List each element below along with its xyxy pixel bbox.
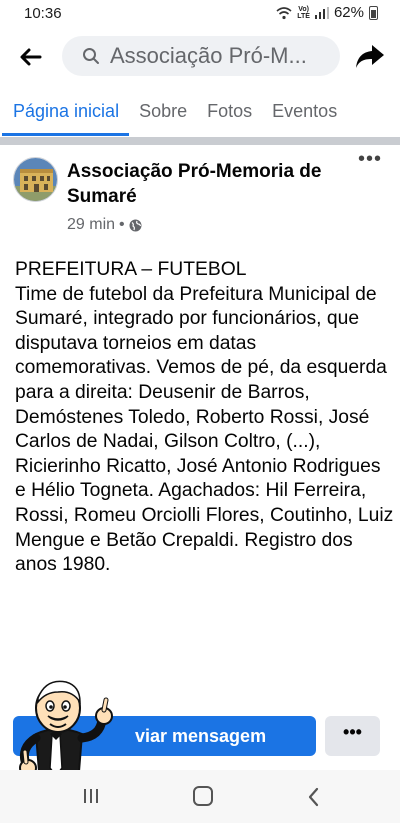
tab-eventos[interactable]: Eventos (262, 90, 347, 134)
back-arrow-icon[interactable] (16, 42, 46, 72)
section-divider (0, 137, 400, 145)
share-icon[interactable] (354, 40, 386, 72)
status-icons: Vo) LTE 62% (276, 4, 378, 21)
tab-pagina-inicial[interactable]: Página inicial (0, 90, 130, 136)
top-bar: Associação Pró-M... (0, 28, 400, 86)
post-meta: 29 min • (67, 216, 142, 234)
system-back-icon[interactable] (306, 787, 322, 807)
home-icon[interactable] (193, 786, 213, 806)
network-type: Vo) LTE (297, 5, 310, 20)
system-nav-bar (0, 770, 400, 823)
post-text: PREFEITURA – FUTEBOL Time de futebol da … (15, 259, 394, 576)
building-photo (14, 158, 57, 201)
search-input[interactable]: Associação Pró-M... (62, 36, 340, 76)
page-tabs: Página inicial Sobre Fotos Eventos (0, 90, 400, 138)
battery-icon (369, 5, 378, 20)
search-icon (83, 48, 99, 64)
recent-apps-icon[interactable] (82, 788, 100, 804)
signal-icon (314, 6, 329, 19)
status-time: 10:36 (24, 5, 62, 22)
meta-separator: • (119, 216, 125, 233)
tab-fotos[interactable]: Fotos (197, 90, 262, 134)
page-avatar[interactable] (13, 157, 58, 202)
wifi-icon (276, 6, 292, 19)
tab-sobre[interactable]: Sobre (129, 90, 197, 134)
search-text: Associação Pró-M... (110, 43, 307, 68)
status-bar: 10:36 Vo) LTE 62% (0, 0, 400, 28)
post-more-options-button[interactable]: ••• (356, 149, 384, 173)
post-author[interactable]: Associação Pró-Memoria de Sumaré (67, 159, 357, 209)
post-time: 29 min (67, 216, 116, 233)
globe-icon (129, 219, 142, 231)
more-actions-button[interactable]: ••• (325, 716, 380, 756)
battery-percent: 62% (333, 4, 364, 21)
send-message-label: viar mensagem (135, 726, 267, 746)
